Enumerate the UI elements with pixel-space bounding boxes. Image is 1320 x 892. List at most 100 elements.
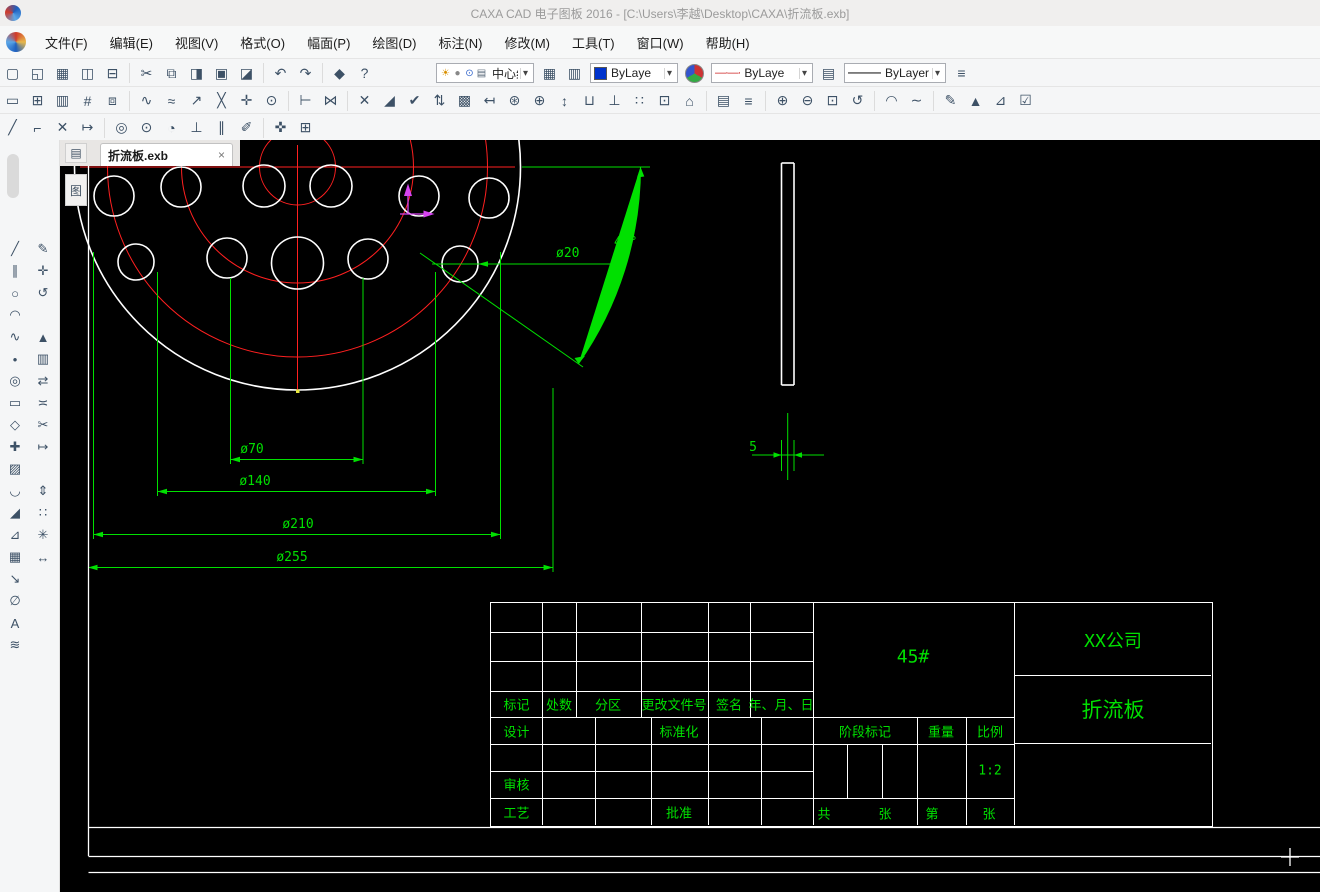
hole-tool-icon[interactable]: ∅ — [2, 590, 28, 612]
equidistant-icon[interactable]: ≍ — [30, 392, 56, 414]
point-icon[interactable]: • — [2, 348, 28, 370]
dynamic-icon[interactable]: ∼ — [904, 89, 929, 113]
ole-object-icon[interactable]: ◆ — [327, 61, 352, 85]
color-palette-icon[interactable] — [685, 63, 704, 83]
arrow-icon[interactable]: ↗ — [184, 89, 209, 113]
paste-icon[interactable]: ▣ — [209, 61, 234, 85]
lineweight-combo[interactable]: ——— ByLayer ▾ — [844, 63, 946, 83]
color-combo[interactable]: ByLaye ▾ — [590, 63, 678, 83]
linetype-combo[interactable]: —·—· ByLaye ▾ — [711, 63, 813, 83]
copy-icon[interactable]: ⧉ — [159, 61, 184, 85]
rotate-icon[interactable]: ↺ — [30, 282, 56, 304]
circle-tool-icon[interactable]: ⊙ — [259, 89, 284, 113]
hatch-fill-icon[interactable]: ▨ — [2, 458, 28, 480]
fill-triangle-icon[interactable]: ▲ — [30, 326, 56, 348]
trim-scissors-icon[interactable]: ✂ — [30, 414, 56, 436]
menu-item[interactable]: 视图(V) — [164, 29, 229, 56]
stretch-tool-icon[interactable]: ↔ — [30, 546, 56, 568]
block-icon[interactable]: ⊡ — [652, 89, 677, 113]
zoom-previous-icon[interactable]: ↺ — [845, 89, 870, 113]
angle-icon[interactable]: ⊿ — [988, 89, 1013, 113]
sketch-pen-icon[interactable]: ✎ — [30, 238, 56, 260]
wave-line-icon[interactable]: ≈ — [159, 89, 184, 113]
wedge-tool-icon[interactable]: ⊿ — [2, 524, 28, 546]
library-panel-button[interactable]: 图 — [65, 174, 87, 206]
circle-center-icon[interactable]: ◎ — [109, 116, 134, 140]
wave-tool-icon[interactable]: ≋ — [2, 634, 28, 656]
chevron-down-icon[interactable]: ▾ — [798, 67, 809, 79]
modify-icon[interactable]: ⊛ — [502, 89, 527, 113]
circle-icon[interactable]: ○ — [2, 282, 28, 304]
menu-item[interactable]: 修改(M) — [494, 29, 562, 56]
print-preview-icon[interactable]: ◫ — [75, 61, 100, 85]
erase-icon[interactable]: ↤ — [477, 89, 502, 113]
corner-trim-icon[interactable]: ⌐ — [25, 116, 50, 140]
pen-icon[interactable]: ✎ — [938, 89, 963, 113]
open-file-icon[interactable]: ◱ — [25, 61, 50, 85]
copy-basepoint-icon[interactable]: ◨ — [184, 61, 209, 85]
help-icon[interactable]: ? — [352, 61, 377, 85]
explode-icon[interactable]: ✳ — [30, 524, 56, 546]
arc-icon[interactable]: ◠ — [2, 304, 28, 326]
zoom-out-icon[interactable]: ⊖ — [795, 89, 820, 113]
parameter-bar-icon[interactable]: ▥ — [50, 89, 75, 113]
menu-item[interactable]: 文件(F) — [34, 29, 99, 56]
polygon-icon[interactable]: ◇ — [2, 414, 28, 436]
concentric-icon[interactable]: ⊙ — [134, 116, 159, 140]
chevron-down-icon[interactable]: ▾ — [931, 67, 942, 79]
menu-item[interactable]: 幅面(P) — [296, 29, 361, 56]
title-block-icon[interactable]: ⊞ — [25, 89, 50, 113]
redo-icon[interactable]: ↷ — [293, 61, 318, 85]
close-icon[interactable]: × — [218, 148, 225, 162]
zoom-all-icon[interactable]: ⊡ — [820, 89, 845, 113]
scale-icon[interactable]: ⇕ — [30, 480, 56, 502]
move-icon[interactable]: ✛ — [30, 260, 56, 282]
toolbar-options-icon[interactable]: ≡ — [949, 61, 974, 85]
dimension-icon[interactable]: ⊕ — [527, 89, 552, 113]
array-icon[interactable]: ∷ — [30, 502, 56, 524]
layer-manager-icon[interactable]: ▦ — [537, 61, 562, 85]
layers-icon[interactable]: ≡ — [736, 89, 761, 113]
contour-icon[interactable]: ◡ — [2, 480, 28, 502]
zoom-in-icon[interactable]: ⊕ — [770, 89, 795, 113]
pattern-icon[interactable]: ∷ — [627, 89, 652, 113]
home-view-icon[interactable]: ⌂ — [677, 89, 702, 113]
menu-item[interactable]: 格式(O) — [229, 29, 296, 56]
center-mark-icon[interactable]: ✛ — [234, 89, 259, 113]
print-icon[interactable]: ⊟ — [100, 61, 125, 85]
datum-icon[interactable]: ⊥ — [602, 89, 627, 113]
centerline-icon[interactable]: ✚ — [2, 436, 28, 458]
parallel-line-icon[interactable]: ∥ — [2, 260, 28, 282]
probe-icon[interactable]: ✜ — [268, 116, 293, 140]
spline-curve-icon[interactable]: ∿ — [2, 326, 28, 348]
arc-tool-icon[interactable]: ◠ — [879, 89, 904, 113]
text-tool-icon[interactable]: A — [2, 612, 28, 634]
check-icon[interactable]: ✔ — [402, 89, 427, 113]
menu-item[interactable]: 窗口(W) — [626, 29, 695, 56]
zoom-window-icon[interactable]: ⧈ — [100, 89, 125, 113]
tangent-icon[interactable]: ◔ — [159, 116, 184, 140]
trim-icon[interactable]: ╱ — [0, 116, 25, 140]
chamfer-icon[interactable]: ◢ — [2, 502, 28, 524]
options-check-icon[interactable]: ☑ — [1013, 89, 1038, 113]
drawing-area[interactable]: ø20 40° ø70 ø140 ø210 ø255 5 ▤ 折流板.exb ×… — [60, 140, 1320, 892]
stretch-icon[interactable]: ↕ — [552, 89, 577, 113]
chevron-down-icon[interactable]: ▾ — [519, 67, 530, 79]
parallel-tool-icon[interactable]: ∥ — [209, 116, 234, 140]
document-tab[interactable]: 折流板.exb × — [100, 143, 233, 166]
chevron-down-icon[interactable]: ▾ — [663, 67, 674, 79]
toolbar-grip[interactable] — [7, 154, 19, 198]
save-file-icon[interactable]: ▦ — [50, 61, 75, 85]
delete-segment-icon[interactable]: ✕ — [50, 116, 75, 140]
line-tool-icon[interactable]: ╱ — [2, 238, 28, 260]
menu-item[interactable]: 帮助(H) — [695, 29, 761, 56]
undo-icon[interactable]: ↶ — [268, 61, 293, 85]
perpendicular-icon[interactable]: ⊥ — [184, 116, 209, 140]
paste-special-icon[interactable]: ◪ — [234, 61, 259, 85]
menu-item[interactable]: 编辑(E) — [99, 29, 164, 56]
delete-icon[interactable]: ✕ — [352, 89, 377, 113]
swap-icon[interactable]: ⇅ — [427, 89, 452, 113]
measure-icon[interactable]: ⊞ — [293, 116, 318, 140]
linetype-manager-icon[interactable]: ▤ — [816, 61, 841, 85]
weld-icon[interactable]: ⊔ — [577, 89, 602, 113]
